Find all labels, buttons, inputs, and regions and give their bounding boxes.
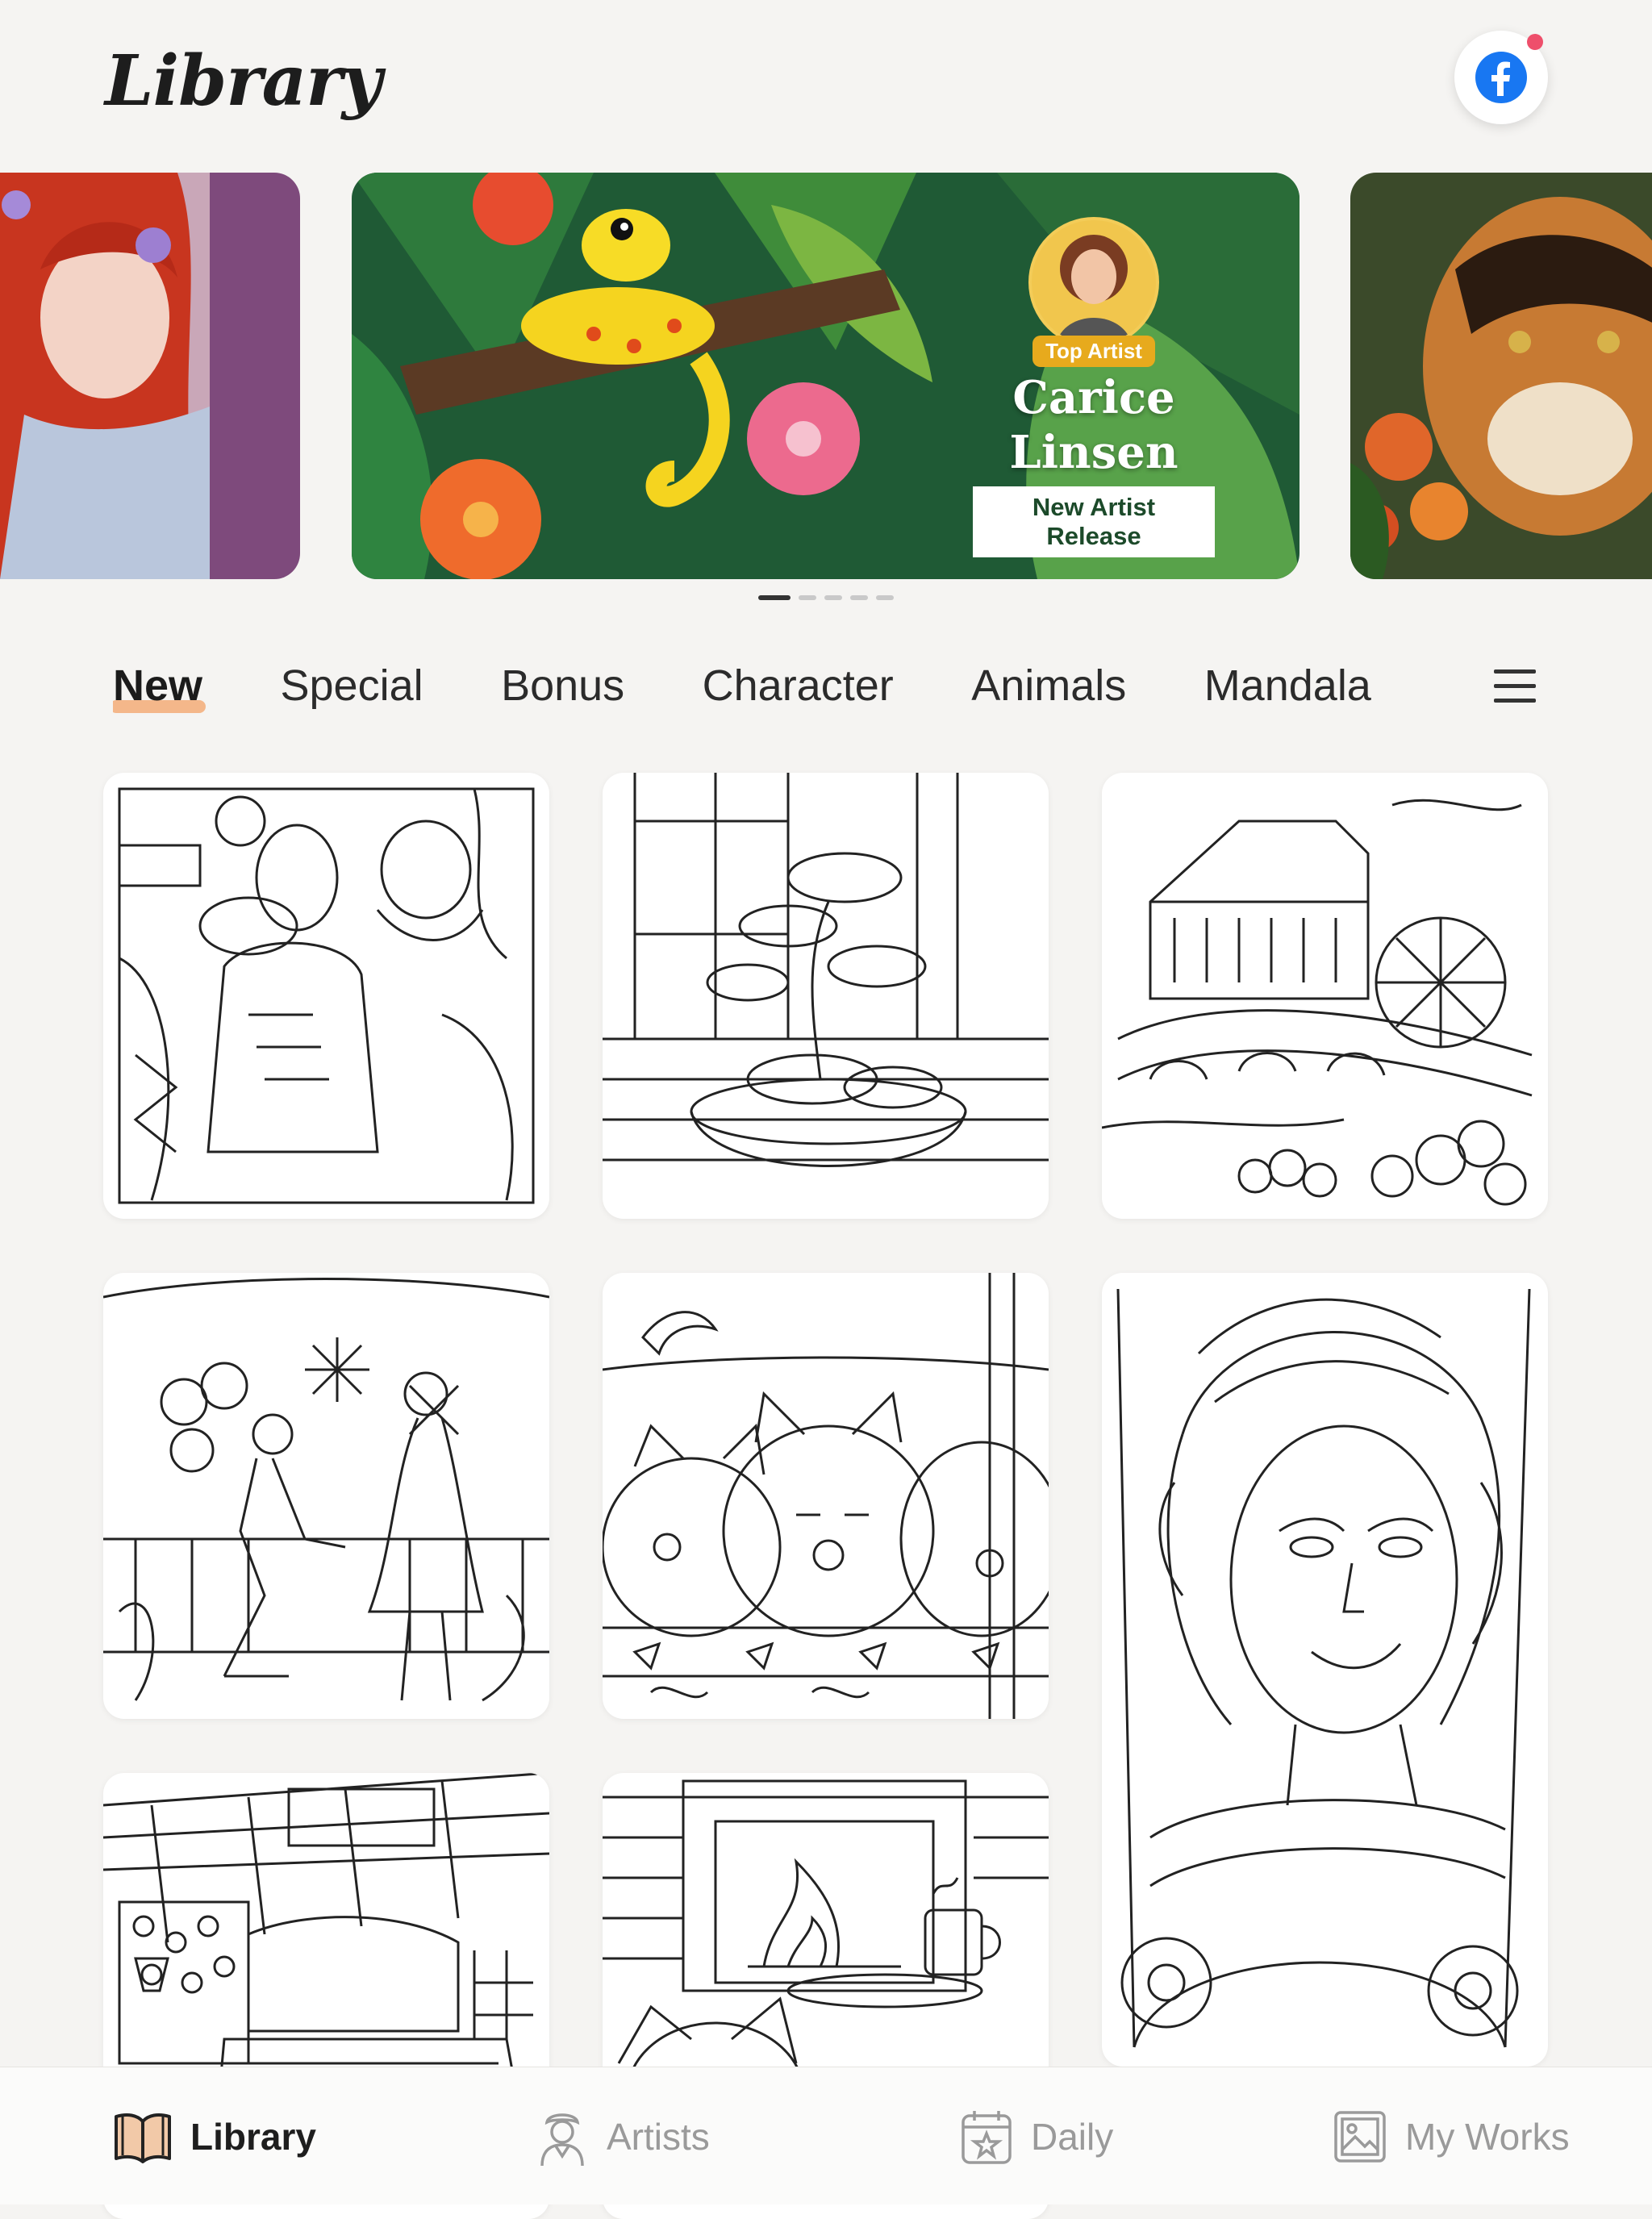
- coloring-page-thumbnail: [118, 787, 535, 1204]
- tab-new[interactable]: New: [113, 653, 206, 718]
- tab-bonus[interactable]: Bonus: [501, 653, 624, 718]
- banner-next[interactable]: [1350, 173, 1652, 579]
- featured-banner[interactable]: Top Artist Carice Linsen New Artist Rele…: [352, 173, 1299, 579]
- tab-character[interactable]: Character: [703, 653, 894, 718]
- coloring-page-thumbnail: [603, 773, 1049, 1167]
- coloring-page-card[interactable]: [103, 773, 549, 1219]
- top-artist-badge: Top Artist: [1032, 336, 1155, 367]
- category-menu-button[interactable]: [1491, 661, 1539, 710]
- nav-daily[interactable]: Daily: [960, 2106, 1113, 2167]
- tab-animals[interactable]: Animals: [971, 653, 1126, 718]
- pager-dot[interactable]: [824, 595, 842, 600]
- book-icon: [115, 2113, 171, 2163]
- nav-library-label: Library: [190, 2116, 316, 2158]
- coloring-page-thumbnail: [603, 1273, 1049, 1719]
- nav-artists[interactable]: Artists: [536, 2106, 710, 2167]
- artist-promo: Top Artist Carice Linsen New Artist Rele…: [973, 217, 1215, 557]
- pager-dot[interactable]: [876, 595, 894, 600]
- nav-my-works[interactable]: My Works: [1333, 2106, 1570, 2167]
- artist-name-line2: Linsen: [1009, 426, 1179, 479]
- nav-daily-label: Daily: [1031, 2116, 1114, 2158]
- facebook-button[interactable]: [1454, 31, 1548, 124]
- calendar-star-icon: [962, 2111, 1012, 2164]
- coloring-page-thumbnail: [1102, 799, 1533, 1206]
- menu-icon: [1494, 669, 1536, 703]
- artist-avatar: [1028, 217, 1159, 348]
- notification-dot: [1527, 34, 1543, 50]
- nav-library[interactable]: Library: [113, 2106, 316, 2167]
- carousel-pager: [758, 595, 894, 600]
- coloring-page-thumbnail: [103, 1278, 549, 1702]
- tab-special[interactable]: Special: [281, 653, 423, 718]
- new-artist-release-label: New Artist Release: [973, 486, 1215, 557]
- tab-mandala[interactable]: Mandala: [1204, 653, 1371, 718]
- pager-dot[interactable]: [799, 595, 816, 600]
- tabs-fade: [1379, 653, 1468, 718]
- artist-name-line1: Carice: [1012, 371, 1175, 424]
- pager-dot[interactable]: [758, 595, 791, 600]
- bottom-nav: Library Artists Daily My Works: [0, 2067, 1652, 2204]
- nav-my-works-label: My Works: [1405, 2116, 1570, 2158]
- coloring-page-card[interactable]: [103, 1273, 549, 1719]
- coloring-page-thumbnail: [1116, 1288, 1531, 2048]
- gallery-icon: [1334, 2111, 1386, 2163]
- pager-dot[interactable]: [850, 595, 868, 600]
- coloring-page-card[interactable]: [1102, 773, 1548, 1219]
- page-title: Library: [105, 40, 382, 122]
- category-tabs: New Special Bonus Character Animals Mand…: [113, 653, 1436, 718]
- coloring-page-card[interactable]: [603, 773, 1049, 1219]
- coloring-page-card[interactable]: [603, 1273, 1049, 1719]
- facebook-icon: [1475, 52, 1527, 103]
- nav-artists-label: Artists: [607, 2116, 710, 2158]
- banner-previous[interactable]: [0, 173, 300, 579]
- artist-icon: [540, 2113, 584, 2167]
- coloring-page-card[interactable]: [1102, 1273, 1548, 2067]
